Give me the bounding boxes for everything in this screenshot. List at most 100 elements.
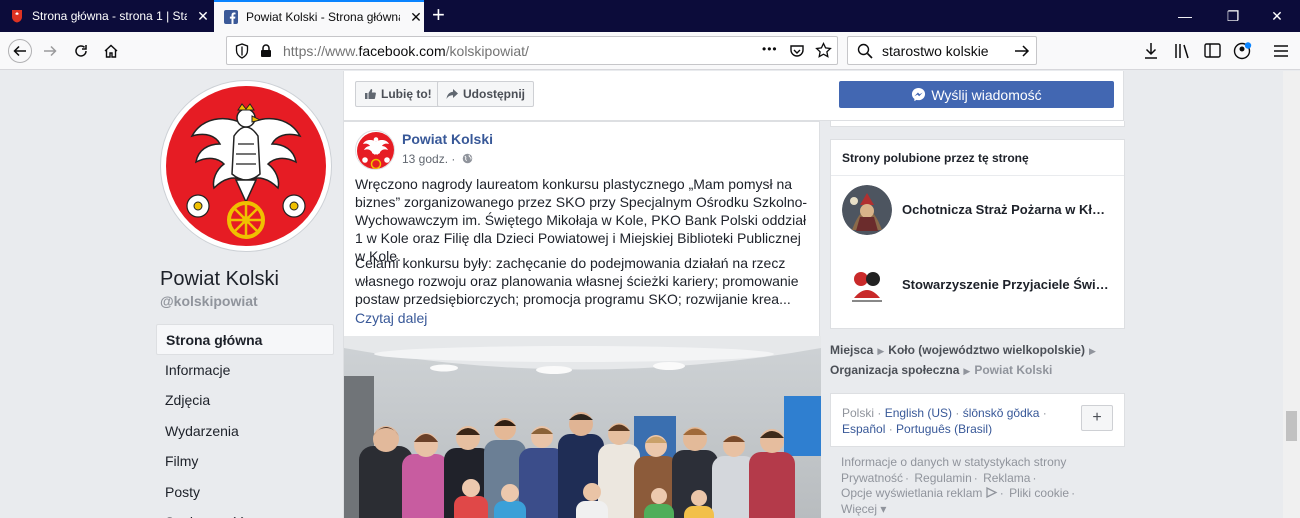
sidebar-icon[interactable] — [1204, 43, 1221, 58]
liked-pages-title: Strony polubione przez tę stronę — [842, 151, 1029, 165]
home-icon[interactable] — [101, 41, 121, 61]
browser-tab-bar: Strona główna - strona 1 | Staro ✕ Powia… — [0, 0, 1300, 32]
language-list: Polski · English (US) · ślōnskŏ gŏdka · … — [842, 406, 1047, 436]
page-title[interactable]: Powiat Kolski — [160, 268, 279, 291]
url-text: https://www.facebook.com/kolskipowiat/ — [283, 43, 529, 59]
post-timestamp[interactable]: 13 godz. · — [402, 152, 473, 166]
close-window-button[interactable]: ✕ — [1254, 0, 1300, 32]
stowarzyszenie-logo-icon — [848, 266, 886, 304]
tab-title: Strona główna - strona 1 | Staro — [32, 9, 187, 23]
post-avatar[interactable] — [355, 130, 395, 170]
scrollbar-thumb[interactable] — [1286, 411, 1297, 441]
account-icon[interactable] — [1233, 41, 1253, 61]
search-icon — [857, 43, 873, 59]
search-go-icon[interactable] — [1014, 44, 1030, 58]
tab-close-icon[interactable]: ✕ — [195, 8, 211, 25]
library-icon[interactable] — [1174, 42, 1192, 59]
liked-page-name[interactable]: Stowarzyszenie Przyjaciele Świętego Miko… — [902, 277, 1112, 292]
search-input[interactable]: starostwo kolskie — [882, 43, 989, 59]
footer-link[interactable]: Reklama — [983, 471, 1030, 485]
page-action-bar: Lubię to! Udostępnij Wyślij wiadomość — [343, 71, 1124, 121]
forward-icon[interactable] — [40, 41, 60, 61]
footer-link[interactable]: Opcje wyświetlania reklam — [841, 486, 982, 500]
more-caret-icon[interactable]: ▾ — [877, 502, 886, 516]
browser-toolbar: https://www.facebook.com/kolskipowiat/ •… — [0, 32, 1300, 70]
minimize-button[interactable]: — — [1162, 0, 1208, 32]
facebook-page: Powiat Kolski @kolskipowiat Strona główn… — [0, 71, 1300, 518]
liked-page-item[interactable]: Stowarzyszenie Przyjaciele Świętego Miko… — [842, 260, 1122, 312]
crumb-category[interactable]: Organizacja społeczna — [830, 363, 959, 377]
nav-item-posty[interactable]: Posty — [156, 477, 334, 508]
messenger-icon — [912, 87, 926, 102]
bookmark-star-icon[interactable] — [815, 42, 832, 59]
footer-link[interactable]: Informacje o danych w statystykach stron… — [841, 455, 1066, 469]
send-message-button[interactable]: Wyślij wiadomość — [839, 81, 1114, 108]
maximize-button[interactable]: ❐ — [1210, 0, 1256, 32]
language-card: Polski · English (US) · ślōnskŏ gŏdka · … — [830, 393, 1125, 447]
nav-item-spolecznosc[interactable]: Społeczność — [156, 507, 334, 518]
profile-picture[interactable] — [161, 81, 331, 251]
page-handle[interactable]: @kolskipowiat — [160, 293, 258, 309]
facebook-favicon-icon — [224, 10, 238, 24]
add-language-button[interactable]: + — [1081, 405, 1113, 431]
reload-icon[interactable] — [71, 41, 91, 61]
footer-link[interactable]: Prywatność — [841, 471, 903, 485]
nav-item-filmy[interactable]: Filmy — [156, 446, 334, 477]
liked-page-name[interactable]: Ochotnicza Straż Pożarna w Kłodawie — [902, 202, 1112, 217]
back-icon[interactable] — [8, 39, 32, 63]
divider — [831, 175, 1124, 176]
footer-links: Informacje o danych w statystykach stron… — [841, 455, 1076, 516]
download-icon[interactable] — [1143, 42, 1159, 60]
language-option[interactable]: English (US) — [885, 406, 952, 420]
lock-icon[interactable] — [260, 44, 272, 58]
liked-page-avatar — [842, 185, 892, 235]
like-page-button[interactable]: Lubię to! — [355, 81, 441, 107]
page-actions-icon[interactable]: ••• — [762, 42, 778, 56]
share-button[interactable]: Udostępnij — [437, 81, 534, 107]
crumb-separator-icon: ▶ — [877, 346, 885, 356]
post-paragraph: Celami konkursu były: zachęcanie do pode… — [355, 255, 799, 307]
share-arrow-icon — [446, 89, 458, 99]
adchoices-icon[interactable] — [986, 486, 998, 499]
new-tab-button[interactable]: + — [432, 4, 445, 26]
language-option[interactable]: Português (Brasil) — [896, 422, 992, 436]
post-author[interactable]: Powiat Kolski — [402, 131, 493, 147]
send-message-label: Wyślij wiadomość — [931, 86, 1042, 103]
post-card: Powiat Kolski 13 godz. · Wręczono nagrod… — [343, 121, 821, 518]
tab-starostwo[interactable]: Strona główna - strona 1 | Staro ✕ — [0, 0, 212, 32]
shield-icon[interactable] — [235, 43, 249, 59]
read-more-link[interactable]: Czytaj dalej — [355, 310, 427, 326]
page-category-breadcrumb: Miejsca ▶ Koło (województwo wielkopolskie)… — [830, 341, 1125, 381]
osp-emblem-icon — [842, 185, 892, 235]
nav-item-zdjecia[interactable]: Zdjęcia — [156, 385, 334, 416]
right-top-card — [830, 121, 1125, 127]
menu-icon[interactable] — [1273, 44, 1289, 58]
crumb-places[interactable]: Miejsca — [830, 343, 873, 357]
powiat-coat-of-arms-icon — [357, 132, 394, 169]
liked-page-item[interactable]: Ochotnicza Straż Pożarna w Kłodawie — [842, 185, 1122, 237]
tab-title: Powiat Kolski - Strona główna | — [246, 10, 401, 24]
footer-link[interactable]: Pliki cookie — [1009, 486, 1069, 500]
tab-close-icon[interactable]: ✕ — [408, 9, 424, 26]
thumbs-up-icon — [365, 89, 376, 99]
language-option[interactable]: ślōnskŏ gŏdka — [963, 406, 1040, 420]
page-scrollbar[interactable] — [1283, 71, 1300, 518]
crumb-city[interactable]: Koło (województwo wielkopolskie) — [888, 343, 1085, 357]
pocket-icon[interactable] — [789, 43, 805, 59]
liked-page-avatar — [842, 260, 892, 310]
crumb-separator-icon: ▶ — [1088, 346, 1096, 356]
nav-item-strona-glowna[interactable]: Strona główna — [156, 324, 334, 355]
powiat-favicon-icon — [12, 10, 22, 23]
share-label: Udostępnij — [463, 87, 525, 101]
post-time-text: 13 godz. · — [402, 152, 456, 166]
url-bar[interactable]: https://www.facebook.com/kolskipowiat/ •… — [226, 36, 838, 65]
nav-item-wydarzenia[interactable]: Wydarzenia — [156, 416, 334, 447]
page-nav: Strona główna Informacje Zdjęcia Wydarze… — [156, 324, 334, 518]
tab-facebook[interactable]: Powiat Kolski - Strona główna | ✕ — [214, 0, 424, 32]
nav-item-informacje[interactable]: Informacje — [156, 355, 334, 386]
footer-link[interactable]: Więcej — [841, 502, 877, 516]
post-photo[interactable] — [344, 336, 821, 518]
language-option[interactable]: Español — [842, 422, 885, 436]
footer-link[interactable]: Regulamin — [914, 471, 971, 485]
search-bar[interactable]: starostwo kolskie — [847, 36, 1037, 65]
